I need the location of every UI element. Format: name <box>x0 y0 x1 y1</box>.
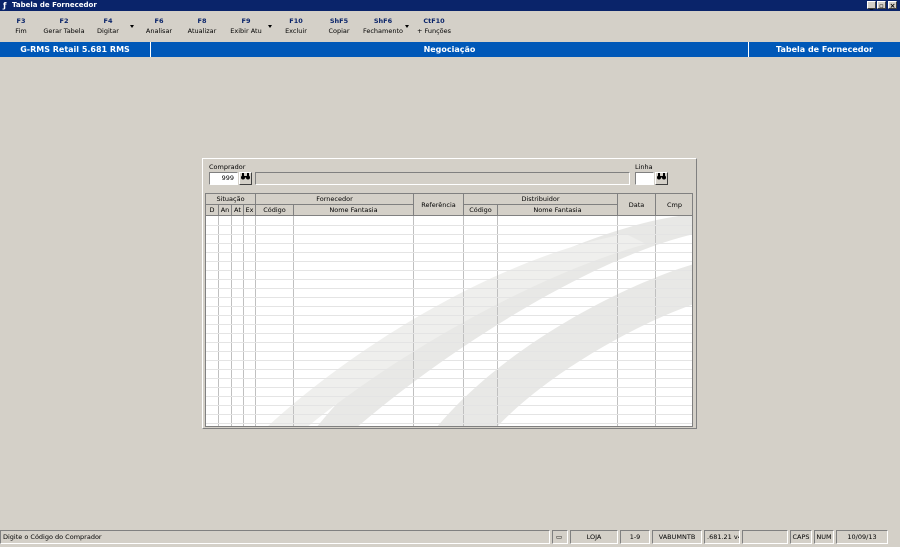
grid-row-line <box>206 315 692 316</box>
title-bar: ƒ Tabela de Fornecedor _ ▫ × <box>0 0 900 11</box>
grid-row-line <box>206 252 692 253</box>
header-at[interactable]: At <box>232 205 244 216</box>
grid-row-line <box>206 396 692 397</box>
document-icon[interactable]: ▭ <box>552 530 568 544</box>
close-button[interactable]: × <box>888 1 897 10</box>
grid-row-line <box>206 342 692 343</box>
grid-row-line <box>206 270 692 271</box>
linha-search-button[interactable] <box>655 172 668 185</box>
header-fornecedor-nome[interactable]: Nome Fantasia <box>294 205 414 216</box>
grid-row-line <box>206 324 692 325</box>
grid-row-line <box>206 333 692 334</box>
binoculars-icon <box>657 173 666 182</box>
linha-input[interactable] <box>635 172 654 185</box>
grid-row-line <box>206 297 692 298</box>
comprador-search-button[interactable] <box>239 172 252 185</box>
analisar-button[interactable]: F6 Analisar <box>142 16 176 36</box>
module-name: Negociação <box>423 45 476 54</box>
status-user: VABUMNTB <box>652 530 702 544</box>
header-band: G-RMS Retail 5.681 RMS Negociação Tabela… <box>0 42 900 57</box>
exibir-atu-dropdown-icon[interactable] <box>268 25 272 28</box>
function-toolbar: F3 Fim F2 Gerar Tabela F4 Digitar F6 Ana… <box>0 12 900 41</box>
header-data[interactable]: Data <box>618 194 656 216</box>
status-range: 1-9 <box>620 530 650 544</box>
header-referencia[interactable]: Referência <box>414 194 464 216</box>
grid-row-line <box>206 234 692 235</box>
grid-row-line <box>206 360 692 361</box>
mais-funcoes-button[interactable]: CtF10 + Funções <box>416 16 452 36</box>
minimize-button[interactable]: _ <box>867 1 876 10</box>
fornecedor-grid[interactable]: Situação Fornecedor Referência Distribui… <box>205 193 693 427</box>
header-distribuidor-codigo[interactable]: Código <box>464 205 498 216</box>
exibir-atu-button[interactable]: F9 Exibir Atu <box>228 16 264 36</box>
header-fornecedor-codigo[interactable]: Código <box>256 205 294 216</box>
header-distribuidor-nome[interactable]: Nome Fantasia <box>498 205 618 216</box>
comprador-label: Comprador <box>209 163 246 171</box>
fechamento-button[interactable]: ShF6 Fechamento <box>362 16 404 36</box>
header-distribuidor: Distribuidor <box>464 194 618 205</box>
comprador-description <box>255 172 630 185</box>
grid-row-line <box>206 351 692 352</box>
app-icon: ƒ <box>3 1 7 10</box>
status-loja: LOJA <box>570 530 618 544</box>
grid-row-line <box>206 387 692 388</box>
screen-name: Tabela de Fornecedor <box>776 45 873 54</box>
status-bar: Digite o Código do Comprador ▭ LOJA 1-9 … <box>0 530 900 544</box>
header-an[interactable]: An <box>219 205 232 216</box>
header-situacao: Situação <box>206 194 256 205</box>
grid-row-line <box>206 261 692 262</box>
excluir-button[interactable]: F10 Excluir <box>282 16 310 36</box>
binoculars-icon <box>241 173 250 182</box>
status-date: 10/09/13 <box>836 530 888 544</box>
grid-row-line <box>206 243 692 244</box>
grid-row-line <box>206 369 692 370</box>
gerar-tabela-button[interactable]: F2 Gerar Tabela <box>40 16 88 36</box>
header-cmp[interactable]: Cmp <box>656 194 692 216</box>
watermark-swoosh <box>268 214 692 426</box>
status-message: Digite o Código do Comprador <box>0 530 550 544</box>
grid-row-line <box>206 405 692 406</box>
status-num: NUM <box>814 530 834 544</box>
window-title: Tabela de Fornecedor <box>12 1 97 9</box>
app-name: G-RMS Retail 5.681 RMS <box>20 45 130 54</box>
status-version: .681.21 v4 <box>704 530 740 544</box>
grid-row-line <box>206 288 692 289</box>
grid-row-line <box>206 279 692 280</box>
grid-row-line <box>206 414 692 415</box>
comprador-input[interactable]: 999 <box>209 172 238 185</box>
header-fornecedor: Fornecedor <box>256 194 414 205</box>
status-caps: CAPS <box>790 530 812 544</box>
digitar-button[interactable]: F4 Digitar <box>93 16 123 36</box>
linha-label: Linha <box>635 163 653 171</box>
digitar-dropdown-icon[interactable] <box>130 25 134 28</box>
grid-row-line <box>206 423 692 424</box>
atualizar-button[interactable]: F8 Atualizar <box>184 16 220 36</box>
header-d[interactable]: D <box>206 205 219 216</box>
grid-row-line <box>206 225 692 226</box>
status-empty <box>742 530 788 544</box>
fim-button[interactable]: F3 Fim <box>8 16 34 36</box>
grid-row-line <box>206 378 692 379</box>
restore-button[interactable]: ▫ <box>877 1 886 10</box>
grid-row-line <box>206 306 692 307</box>
header-ex[interactable]: Ex <box>244 205 256 216</box>
fechamento-dropdown-icon[interactable] <box>405 25 409 28</box>
copiar-button[interactable]: ShF5 Copiar <box>325 16 353 36</box>
